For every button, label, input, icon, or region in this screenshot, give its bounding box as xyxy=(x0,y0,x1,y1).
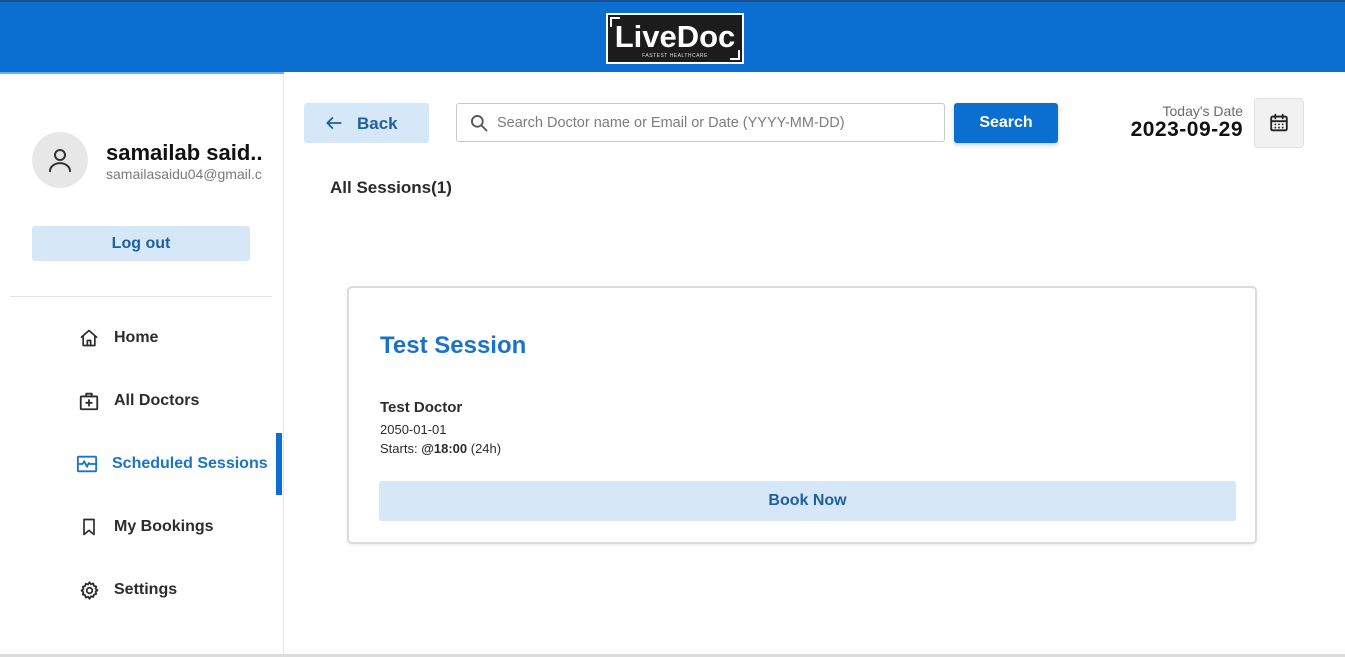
avatar xyxy=(32,132,88,188)
back-button[interactable]: Back xyxy=(304,103,429,143)
medical-bag-icon xyxy=(78,390,100,412)
sidebar-top-border xyxy=(0,72,284,74)
search-icon xyxy=(471,115,488,132)
sidebar-item-scheduled-sessions[interactable]: Scheduled Sessions xyxy=(0,433,284,495)
session-card: Test Session Test Doctor 2050-01-01 Star… xyxy=(347,286,1257,544)
sidebar-item-label: Scheduled Sessions xyxy=(112,455,268,472)
sessions-heading: All Sessions(1) xyxy=(330,178,452,197)
starts-prefix: Starts: xyxy=(380,441,422,456)
session-start-time: Starts: @18:00 (24h) xyxy=(380,441,501,456)
logo-text: LiveDoc xyxy=(614,19,736,54)
back-button-label: Back xyxy=(357,114,398,133)
calendar-button[interactable] xyxy=(1254,98,1304,148)
sidebar-item-label: Home xyxy=(114,329,159,346)
sidebar-item-label: My Bookings xyxy=(114,518,214,535)
sidebar-divider xyxy=(10,296,272,297)
user-email: samailasaidu04@gmail.c xyxy=(106,166,262,182)
active-indicator xyxy=(276,433,282,495)
search-button[interactable]: Search xyxy=(954,103,1058,143)
logout-button[interactable]: Log out xyxy=(32,226,250,261)
session-doctor: Test Doctor xyxy=(380,399,463,416)
sidebar-item-label: All Doctors xyxy=(114,392,200,409)
sidebar-item-my-bookings[interactable]: My Bookings xyxy=(0,496,284,558)
starts-suffix: (24h) xyxy=(467,441,502,456)
sidebar: samailab said.. samailasaidu04@gmail.c L… xyxy=(0,72,284,657)
sidebar-item-label: Settings xyxy=(114,581,178,598)
bookmark-icon xyxy=(78,516,100,538)
sidebar-item-all-doctors[interactable]: All Doctors xyxy=(0,370,284,432)
home-icon xyxy=(78,327,100,349)
session-title[interactable]: Test Session xyxy=(380,332,526,360)
top-header-bar: LiveDoc FASTEST HEALTHCARE xyxy=(0,0,1345,72)
session-date: 2050-01-01 xyxy=(380,422,447,437)
sidebar-item-settings[interactable]: Settings xyxy=(0,559,284,621)
calendar-icon xyxy=(1270,113,1288,132)
sidebar-item-home[interactable]: Home xyxy=(0,307,284,369)
today-date-value: 2023-09-29 xyxy=(1130,118,1243,141)
arrow-left-icon xyxy=(326,117,342,129)
book-now-button[interactable]: Book Now xyxy=(379,481,1236,521)
gear-icon xyxy=(78,579,100,601)
livedoc-logo[interactable]: LiveDoc FASTEST HEALTHCARE xyxy=(606,13,744,64)
today-date-label: Today's Date xyxy=(1162,103,1244,119)
search-field[interactable] xyxy=(456,103,945,142)
user-name: samailab said.. xyxy=(106,140,263,165)
logo-tagline: FASTEST HEALTHCARE xyxy=(642,53,708,59)
starts-time: @18:00 xyxy=(421,441,468,456)
pulse-monitor-icon xyxy=(76,453,98,475)
user-icon xyxy=(49,149,71,173)
search-input[interactable] xyxy=(497,112,937,134)
